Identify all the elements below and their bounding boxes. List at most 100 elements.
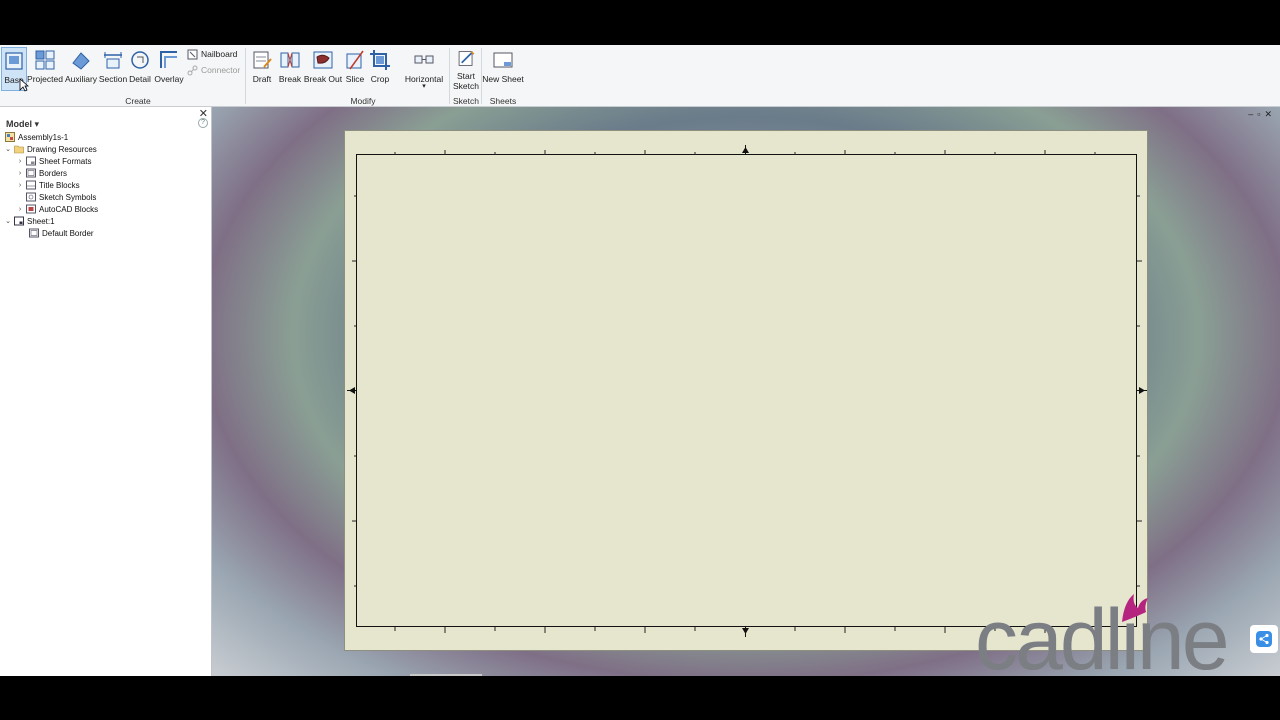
tree-item-label: Sheet Formats	[39, 156, 92, 166]
connector-button[interactable]: Connector	[187, 63, 240, 77]
nailboard-label: Nailboard	[201, 49, 238, 59]
overlay-view-icon	[160, 51, 177, 68]
inventor-drawing-window: Base Projected Auxiliary Section Detail …	[0, 0, 1280, 720]
flame-icon	[1122, 594, 1148, 622]
tree-item-title-blocks[interactable]: › Title Blocks	[16, 179, 80, 191]
tree-item-sheet-formats[interactable]: › Sheet Formats	[16, 155, 91, 167]
chevron-right-icon[interactable]: ›	[16, 206, 24, 213]
break-label: Break	[278, 74, 302, 84]
chevron-right-icon[interactable]: ›	[16, 158, 24, 165]
draft-view-icon	[253, 51, 272, 69]
help-icon[interactable]: ?	[198, 118, 208, 128]
horizontal-align-button[interactable]: Horizontal ▾	[402, 47, 446, 91]
cadline-logo-text: cadline	[975, 592, 1230, 688]
detail-view-button[interactable]: Detail	[128, 47, 152, 91]
sheet-icon	[14, 216, 24, 226]
tree-item-assembly[interactable]: Assembly1s-1	[5, 131, 68, 143]
title-block-icon	[26, 180, 36, 190]
model-browser: ✕ Model ▾ ? Assembly1s-1 ⌄ Drawing Resou…	[0, 107, 212, 676]
sketch-panel-label: Sketch	[453, 96, 479, 106]
tree-item-label: Drawing Resources	[27, 144, 97, 154]
detail-view-label: Detail	[129, 74, 151, 84]
break-out-button[interactable]: Break Out	[304, 47, 342, 91]
tree-item-label: AutoCAD Blocks	[39, 204, 99, 214]
model-browser-title: Model	[6, 119, 32, 129]
modify-panel-label: Modify	[350, 96, 376, 106]
section-view-button[interactable]: Section	[99, 47, 127, 91]
crop-button[interactable]: Crop	[369, 47, 391, 91]
chevron-down-icon: ▾	[34, 119, 40, 129]
default-border-icon	[29, 228, 39, 238]
connector-label: Connector	[201, 65, 241, 75]
new-sheet-button[interactable]: New Sheet	[482, 47, 524, 91]
model-browser-dropdown[interactable]: Model ▾	[6, 119, 39, 130]
horizontal-scrollbar[interactable]	[410, 674, 482, 676]
start-sketch-label-line2: Sketch	[453, 81, 479, 91]
tree-item-label: Assembly1s-1	[18, 132, 69, 142]
chevron-right-icon[interactable]: ›	[16, 182, 24, 189]
detail-view-icon	[131, 51, 149, 69]
share-icon	[1256, 631, 1272, 647]
projected-view-label: Projected	[27, 74, 63, 84]
chevron-down-icon: ▾	[422, 83, 426, 90]
sheet-format-icon	[26, 156, 36, 166]
tree-item-default-border[interactable]: Default Border	[19, 227, 94, 239]
cadline-logo: cadline	[975, 592, 1230, 692]
tree-item-sheet-1[interactable]: ⌄ Sheet:1	[4, 215, 55, 227]
tree-item-label: Default Border	[42, 228, 94, 238]
folder-icon	[14, 145, 24, 154]
chevron-down-icon[interactable]: ⌄	[4, 145, 12, 153]
slice-label: Slice	[345, 74, 365, 84]
chevron-right-icon[interactable]: ›	[16, 170, 24, 177]
overlay-view-label: Overlay	[154, 74, 184, 84]
auxiliary-view-button[interactable]: Auxiliary	[64, 47, 98, 91]
section-view-icon	[104, 52, 122, 69]
ribbon: Base Projected Auxiliary Section Detail …	[0, 45, 1280, 107]
tree-item-autocad-blocks[interactable]: › AutoCAD Blocks	[16, 203, 98, 215]
tree-item-label: Borders	[39, 168, 68, 178]
create-panel-label: Create	[125, 96, 151, 106]
overlay-view-button[interactable]: Overlay	[153, 47, 185, 91]
border-zone-marks	[347, 145, 1147, 637]
drawing-sheet[interactable]	[344, 130, 1148, 651]
break-button[interactable]: Break	[278, 47, 302, 91]
tree-item-label: Title Blocks	[39, 180, 80, 190]
share-button[interactable]	[1250, 625, 1278, 653]
slice-button[interactable]: Slice	[344, 47, 366, 91]
break-icon	[280, 52, 300, 68]
auxiliary-view-icon	[72, 52, 90, 70]
document-window-controls[interactable]: –▫✕	[1248, 109, 1276, 120]
mouse-cursor-icon	[19, 78, 29, 92]
tree-item-label: Sketch Symbols	[39, 192, 97, 202]
panel-separator	[245, 48, 246, 104]
tree-item-label: Sheet:1	[27, 216, 55, 226]
base-view-icon	[5, 52, 23, 70]
start-sketch-icon	[458, 50, 475, 66]
start-sketch-button[interactable]: Start Sketch	[452, 47, 480, 91]
border-icon	[26, 168, 36, 178]
connector-icon	[187, 65, 198, 75]
crop-label: Crop	[370, 74, 390, 84]
sheets-panel-label: Sheets	[489, 96, 517, 106]
new-sheet-label: New Sheet	[482, 74, 524, 84]
projected-view-icon	[35, 50, 55, 70]
auxiliary-view-label: Auxiliary	[64, 74, 98, 84]
start-sketch-label-line1: Start	[457, 71, 475, 81]
chevron-down-icon[interactable]: ⌄	[4, 217, 12, 225]
autocad-block-icon	[26, 204, 36, 214]
slice-icon	[346, 50, 364, 70]
tree-item-drawing-resources[interactable]: ⌄ Drawing Resources	[4, 143, 97, 155]
assembly-icon	[5, 132, 15, 142]
crop-icon	[370, 50, 390, 70]
tree-item-borders[interactable]: › Borders	[16, 167, 67, 179]
section-view-label: Section	[98, 74, 128, 84]
tree-item-sketch-symbols[interactable]: Sketch Symbols	[16, 191, 96, 203]
draft-view-button[interactable]: Draft	[250, 47, 274, 91]
sketch-symbol-icon	[26, 192, 36, 202]
draft-view-label: Draft	[252, 74, 272, 84]
break-out-label: Break Out	[303, 74, 343, 84]
horizontal-align-icon	[414, 55, 434, 64]
nailboard-button[interactable]: Nailboard	[187, 47, 237, 61]
nailboard-icon	[187, 49, 198, 59]
projected-view-button[interactable]: Projected	[27, 47, 63, 91]
